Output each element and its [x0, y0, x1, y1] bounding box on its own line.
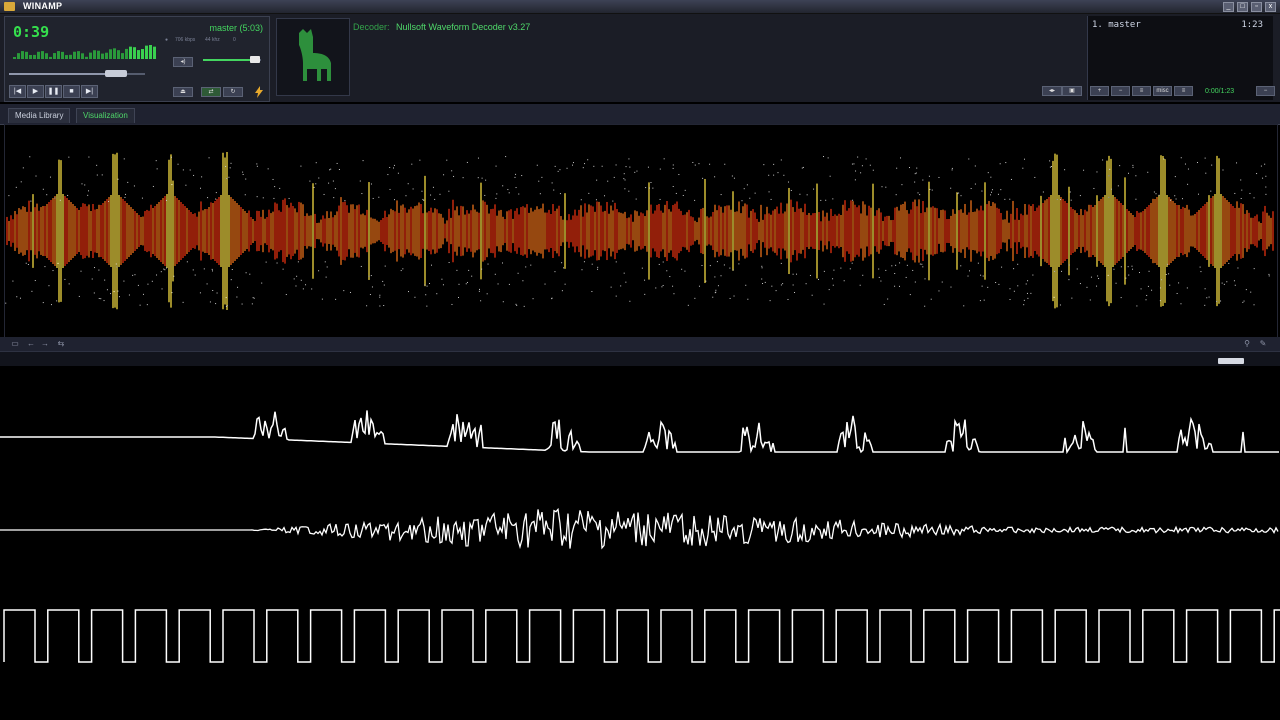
tab-media-library[interactable]: Media Library	[8, 108, 71, 123]
wrench-icon[interactable]: ✎	[1258, 340, 1268, 348]
playlist-menu-button[interactable]: −	[1256, 86, 1275, 96]
samplerate-unit: khz	[211, 37, 220, 43]
play-button[interactable]: ▶	[27, 85, 44, 98]
eject-button[interactable]: ⏏	[173, 87, 193, 97]
decoder-info: Decoder: Nullsoft Waveform Decoder v3.27	[353, 22, 530, 32]
playlist-add-button[interactable]: +	[1090, 86, 1109, 96]
waveform-visualization	[5, 152, 1274, 310]
samplerate-value: 44	[205, 37, 211, 43]
next-button[interactable]: ▶|	[81, 85, 98, 98]
vis-next-button[interactable]: →	[40, 340, 50, 348]
playlist-item-length: 1:23	[1241, 20, 1263, 30]
vis-prev-button[interactable]: ←	[26, 340, 36, 348]
tab-bar: Media Library Visualization	[0, 104, 1280, 125]
tab-visualization[interactable]: Visualization	[76, 108, 135, 123]
spectrum-analyzer[interactable]	[13, 45, 158, 59]
stereo-indicator: ●	[165, 37, 169, 43]
vis-toggle-button[interactable]: ▭	[10, 340, 20, 348]
playlist-item-title[interactable]: 1. master	[1092, 20, 1141, 30]
bitrate-readout: 706 kbps	[175, 37, 195, 43]
album-art[interactable]	[276, 18, 350, 96]
bitrate-value: 706	[175, 37, 184, 43]
window-title: WINAMP	[23, 1, 63, 11]
visualization-toolbar: ▭ ← → ⇆ ⚲ ✎	[0, 337, 1280, 352]
mode-readout: 0	[233, 37, 236, 43]
window-controls: _ □ ▫ x	[1223, 2, 1276, 12]
info-next-button[interactable]: ▣	[1062, 86, 1082, 96]
vis-random-button[interactable]: ⇆	[56, 340, 66, 348]
decoder-value: Nullsoft Waveform Decoder v3.27	[396, 22, 531, 32]
seek-knob[interactable]	[105, 70, 128, 77]
playlist-time: 0:00/1:23	[1205, 88, 1235, 95]
playlist-misc-button[interactable]: misc	[1153, 86, 1172, 96]
pause-button[interactable]: ❚❚	[45, 85, 62, 98]
main-window: 0:39 master (5:03) ● 706 kbps 44 khz 0 ◂…	[0, 14, 1280, 102]
decoder-label: Decoder:	[353, 22, 390, 32]
playlist-manage-button[interactable]: ≡	[1174, 86, 1193, 96]
maximize-button[interactable]: □	[1237, 2, 1248, 12]
winamp-logo-icon[interactable]	[4, 2, 15, 11]
song-title: master (5:03)	[209, 23, 263, 33]
llama-icon	[299, 29, 331, 81]
close-button[interactable]: x	[1265, 2, 1276, 12]
title-bar[interactable]: WINAMP _ □ ▫ x	[0, 0, 1280, 14]
playlist-remove-button[interactable]: −	[1111, 86, 1130, 96]
samplerate-readout: 44 khz	[205, 37, 220, 43]
seek-bar[interactable]	[9, 70, 145, 77]
info-prev-button[interactable]: ◂▸	[1042, 86, 1062, 96]
shade-button[interactable]: ▫	[1251, 2, 1262, 12]
player-panel: 0:39 master (5:03) ● 706 kbps 44 khz 0 ◂…	[4, 16, 270, 102]
divider-strip	[0, 352, 1280, 366]
minimize-button[interactable]: _	[1223, 2, 1234, 12]
splitter-handle[interactable]	[1218, 358, 1244, 364]
elapsed-time[interactable]: 0:39	[13, 23, 49, 41]
oscilloscope-view	[0, 410, 1280, 663]
pin-icon[interactable]: ⚲	[1242, 340, 1252, 348]
previous-button[interactable]: |◀	[9, 85, 26, 98]
repeat-toggle[interactable]: ↻	[223, 87, 243, 97]
lightning-icon[interactable]	[253, 85, 265, 98]
playlist-select-button[interactable]: ≡	[1132, 86, 1151, 96]
volume-knob[interactable]	[250, 56, 261, 63]
shuffle-toggle[interactable]: ⇄	[201, 87, 221, 97]
volume-slider[interactable]	[203, 56, 261, 63]
bitrate-unit: kbps	[184, 37, 196, 43]
mute-button[interactable]: ◂)	[173, 57, 193, 67]
visualization-panel[interactable]	[4, 124, 1278, 338]
volume-fill	[203, 59, 256, 61]
stop-button[interactable]: ■	[63, 85, 80, 98]
